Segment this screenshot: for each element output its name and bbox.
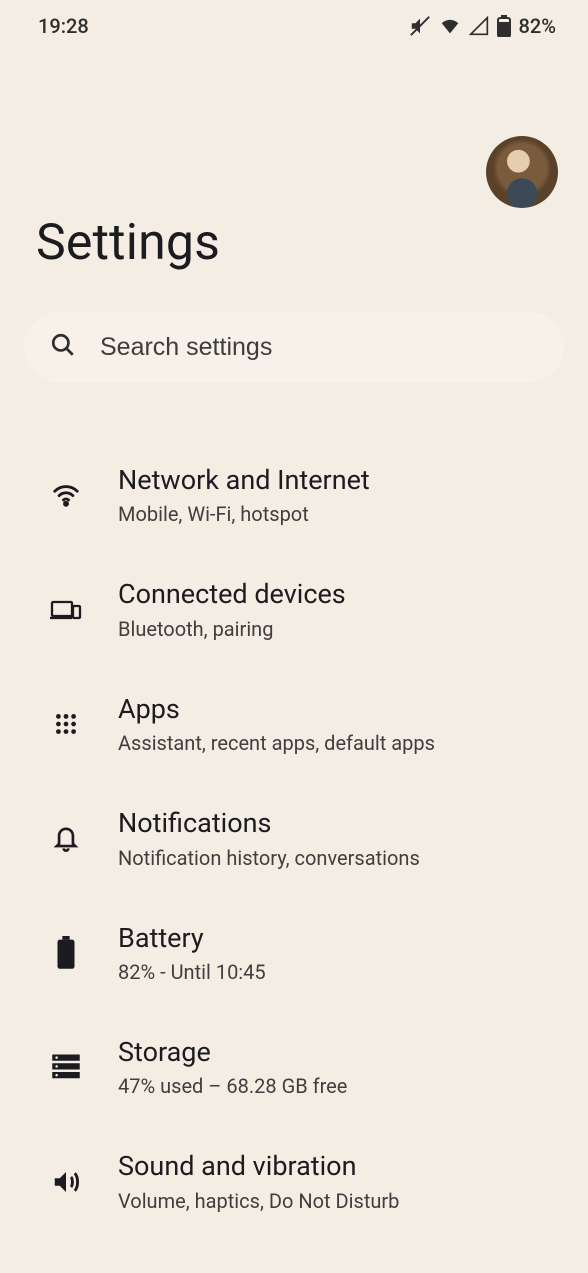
item-subtitle: 47% used – 68.28 GB free bbox=[118, 1074, 556, 1098]
devices-icon bbox=[48, 592, 84, 628]
item-subtitle: Mobile, Wi-Fi, hotspot bbox=[118, 502, 556, 526]
item-network-and-internet[interactable]: Network and Internet Mobile, Wi-Fi, hots… bbox=[0, 438, 588, 552]
item-subtitle: Notification history, conversations bbox=[118, 846, 556, 870]
page-title: Settings bbox=[36, 214, 588, 272]
item-title: Notifications bbox=[118, 807, 556, 839]
item-subtitle: Bluetooth, pairing bbox=[118, 617, 556, 641]
item-title: Network and Internet bbox=[118, 464, 556, 496]
item-title: Sound and vibration bbox=[118, 1150, 556, 1182]
status-bar: 19:28 82% bbox=[0, 0, 588, 46]
search-bar[interactable] bbox=[24, 312, 564, 382]
item-sound-and-vibration[interactable]: Sound and vibration Volume, haptics, Do … bbox=[0, 1124, 588, 1238]
settings-list: Network and Internet Mobile, Wi-Fi, hots… bbox=[0, 438, 588, 1239]
item-notifications[interactable]: Notifications Notification history, conv… bbox=[0, 781, 588, 895]
item-subtitle: 82% - Until 10:45 bbox=[118, 960, 556, 984]
profile-avatar[interactable] bbox=[486, 136, 558, 208]
item-battery[interactable]: Battery 82% - Until 10:45 bbox=[0, 896, 588, 1010]
search-input[interactable] bbox=[98, 332, 538, 363]
apps-icon bbox=[48, 706, 84, 742]
storage-icon bbox=[48, 1049, 84, 1085]
wifi-icon bbox=[439, 15, 461, 37]
item-subtitle: Volume, haptics, Do Not Disturb bbox=[118, 1189, 556, 1213]
battery-icon bbox=[497, 15, 511, 37]
item-title: Connected devices bbox=[118, 578, 556, 610]
mute-icon bbox=[409, 15, 431, 37]
bell-icon bbox=[48, 820, 84, 856]
status-time: 19:28 bbox=[38, 14, 89, 38]
sound-icon bbox=[48, 1164, 84, 1200]
search-icon bbox=[50, 332, 76, 362]
wifi-icon bbox=[48, 477, 84, 513]
battery-percent: 82% bbox=[519, 14, 556, 38]
status-right-cluster: 82% bbox=[409, 14, 556, 38]
item-title: Storage bbox=[118, 1036, 556, 1068]
item-subtitle: Assistant, recent apps, default apps bbox=[118, 731, 556, 755]
item-storage[interactable]: Storage 47% used – 68.28 GB free bbox=[0, 1010, 588, 1124]
item-apps[interactable]: Apps Assistant, recent apps, default app… bbox=[0, 667, 588, 781]
signal-icon bbox=[469, 16, 489, 36]
item-title: Apps bbox=[118, 693, 556, 725]
battery-icon bbox=[48, 935, 84, 971]
item-connected-devices[interactable]: Connected devices Bluetooth, pairing bbox=[0, 552, 588, 666]
item-title: Battery bbox=[118, 922, 556, 954]
